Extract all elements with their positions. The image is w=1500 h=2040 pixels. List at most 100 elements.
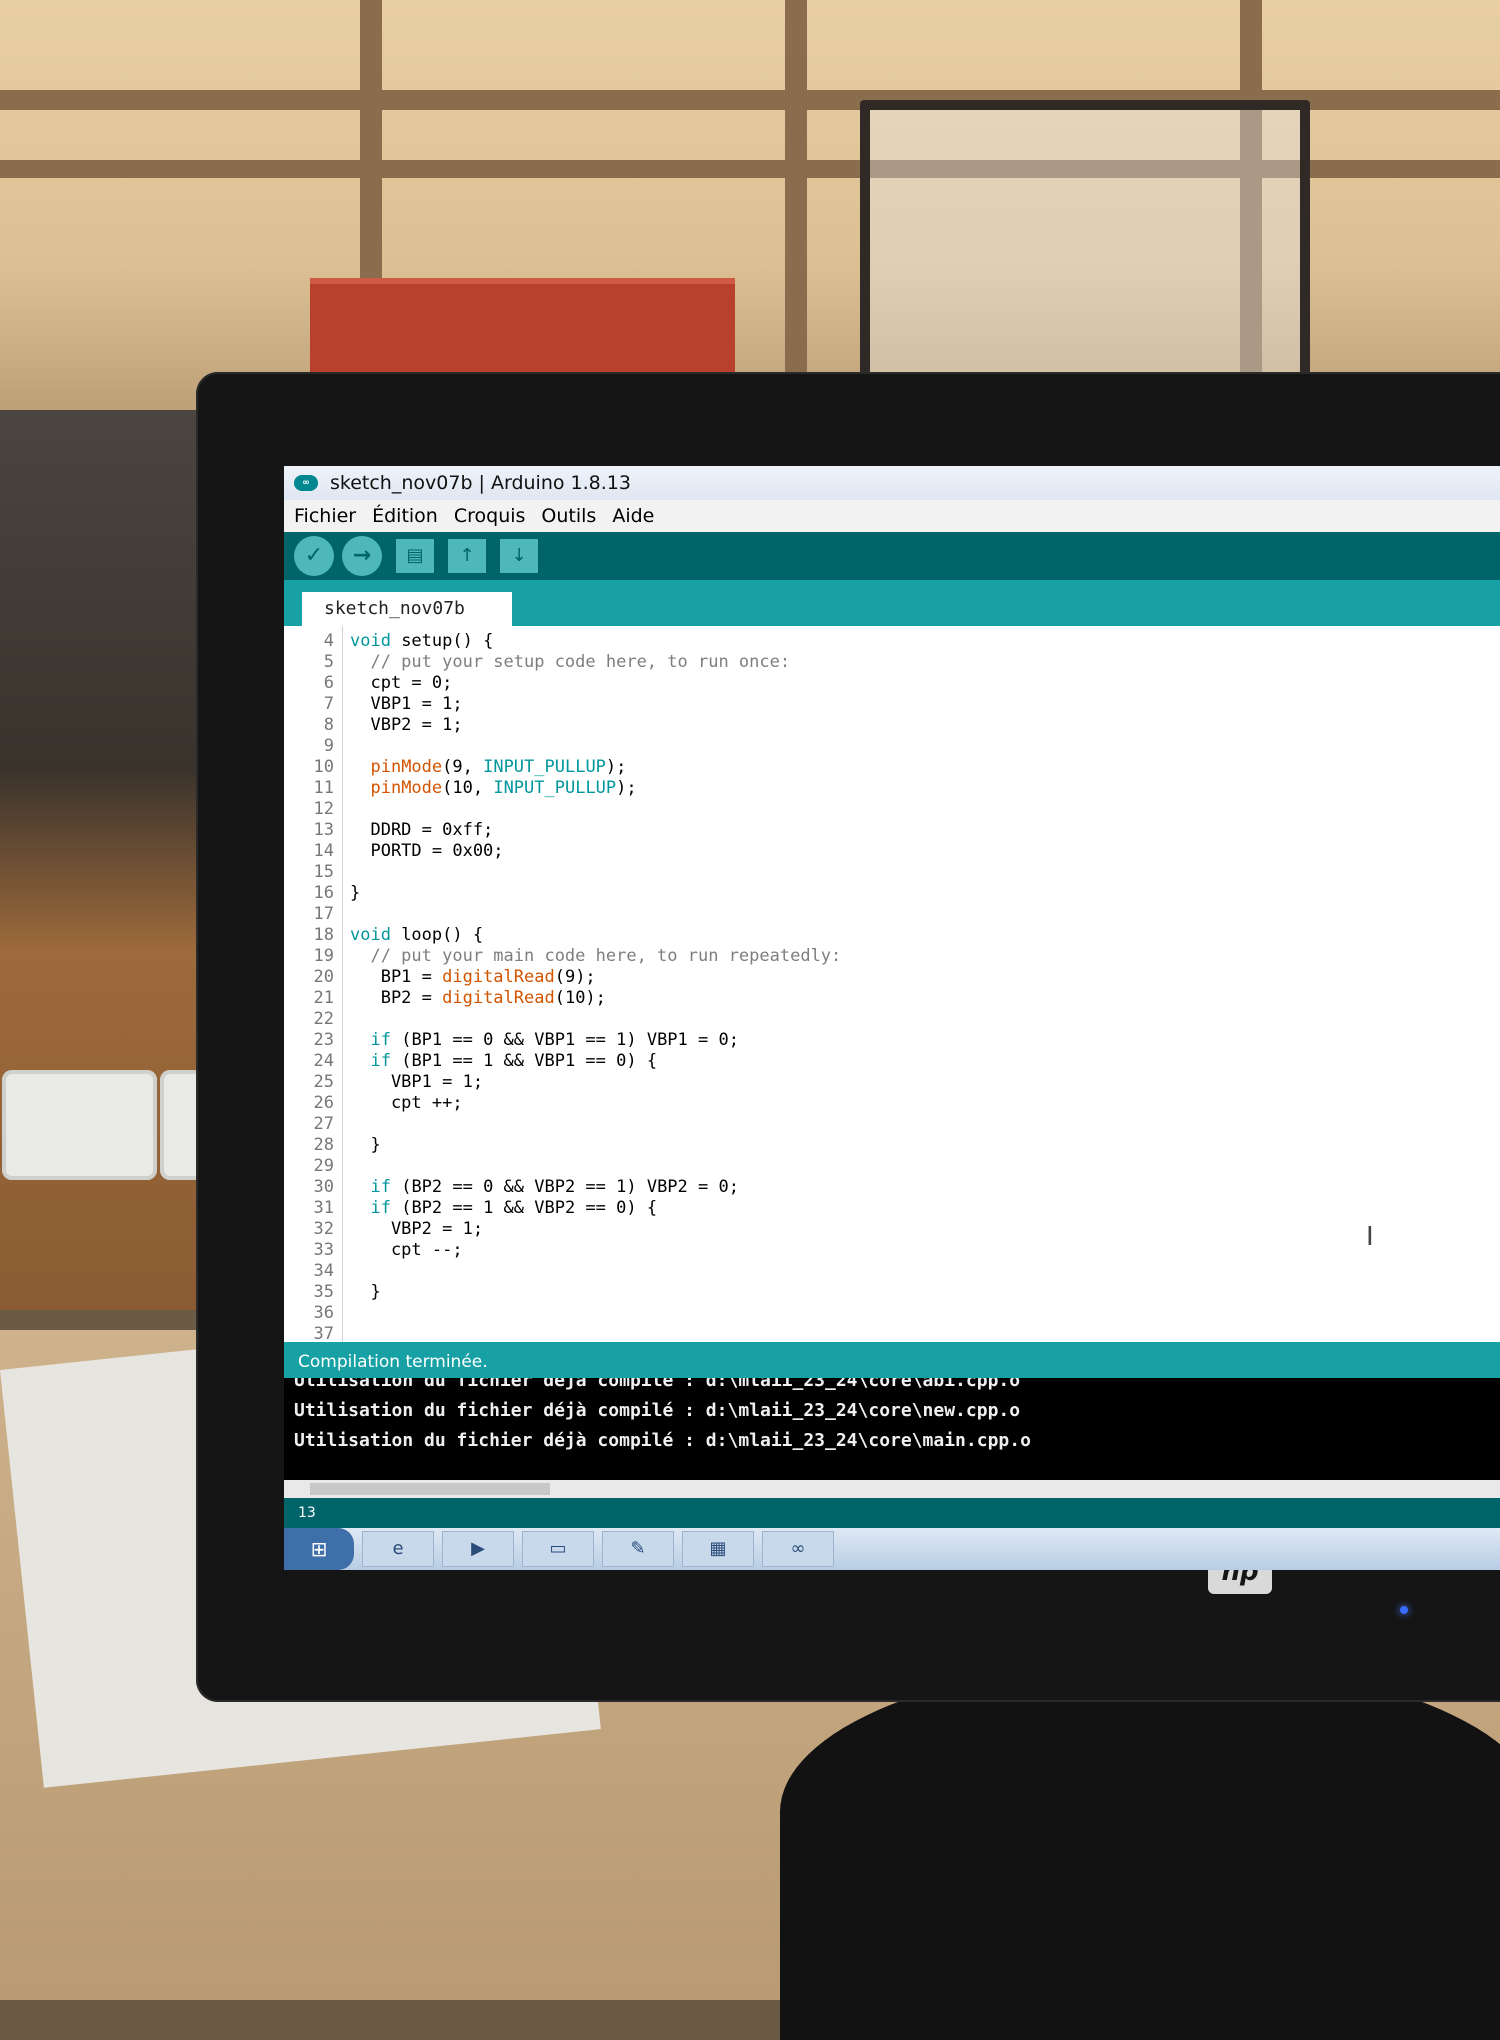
code-text: } — [350, 1135, 381, 1155]
start-orb-icon[interactable]: ⊞ — [284, 1528, 354, 1570]
line-indicator: 13 — [284, 1498, 1500, 1528]
taskbar: ⊞ e ▶ ▭ ✎ ▦ ∞ — [284, 1528, 1500, 1570]
code-text: // put your setup code here, to run once… — [350, 652, 791, 672]
scrollbar-thumb[interactable] — [310, 1483, 550, 1495]
line-number: 32 — [313, 1219, 334, 1239]
code-line: 12 — [284, 798, 1500, 820]
line-number: 15 — [313, 862, 334, 882]
code-text: void loop() { — [350, 925, 484, 945]
line-number: 13 — [313, 820, 334, 840]
verify-check-icon[interactable]: ✓ — [294, 536, 334, 576]
line-number: 10 — [313, 757, 334, 777]
code-line: 35 } — [284, 1281, 1500, 1303]
code-line: 23 if (BP1 == 0 && VBP1 == 1) VBP1 = 0; — [284, 1029, 1500, 1051]
code-text: if (BP2 == 0 && VBP2 == 1) VBP2 = 0; — [370, 1177, 739, 1197]
code-text: pinMode(10, INPUT_PULLUP); — [370, 778, 637, 798]
code-line: 16} — [284, 882, 1500, 904]
tab-row: sketch_nov07b — [284, 580, 1500, 626]
console-line: Utilisation du fichier déjà compilé : d:… — [294, 1430, 1031, 1451]
code-editor[interactable]: 4 void setup() {5 // put your setup code … — [284, 626, 1500, 1342]
line-number: 33 — [313, 1240, 334, 1260]
line-number: 6 — [323, 673, 334, 693]
folder-icon[interactable]: ▭ — [522, 1531, 594, 1567]
code-text: VBP2 = 1; — [350, 1219, 484, 1239]
code-line: 14 PORTD = 0x00; — [284, 840, 1500, 862]
code-text: if (BP1 == 1 && VBP1 == 0) { — [370, 1051, 658, 1071]
code-text: } — [350, 883, 361, 903]
line-number: 26 — [313, 1093, 334, 1113]
menu-croquis[interactable]: Croquis — [454, 505, 526, 527]
window-frame-bar — [785, 0, 807, 400]
line-number: 27 — [313, 1114, 334, 1134]
paint-icon[interactable]: ✎ — [602, 1531, 674, 1567]
line-number: 5 — [323, 652, 334, 672]
code-text: VBP2 = 1; — [350, 715, 463, 735]
line-number: 19 — [313, 946, 334, 966]
line-number: 29 — [313, 1156, 334, 1176]
line-number: 28 — [313, 1135, 334, 1155]
line-number: 4 — [323, 631, 334, 651]
status-bar: Compilation terminée. — [284, 1342, 1500, 1378]
code-text: DDRD = 0xff; — [350, 820, 494, 840]
code-text: } — [350, 1282, 381, 1302]
open-up-arrow-icon[interactable]: ↑ — [448, 539, 486, 573]
save-down-arrow-icon[interactable]: ↓ — [500, 539, 538, 573]
line-number: 25 — [313, 1072, 334, 1092]
window-title: sketch_nov07b | Arduino 1.8.13 — [330, 472, 631, 494]
code-line: 6 cpt = 0; — [284, 672, 1500, 694]
code-line: 31 if (BP2 == 1 && VBP2 == 0) { — [284, 1197, 1500, 1219]
arduino-icon[interactable]: ∞ — [762, 1531, 834, 1567]
toolbar: ✓ → ▤ ↑ ↓ — [284, 532, 1500, 580]
line-number: 17 — [313, 904, 334, 924]
line-number: 11 — [313, 778, 334, 798]
new-sketch-icon[interactable]: ▤ — [396, 539, 434, 573]
code-line: 7 VBP1 = 1; — [284, 693, 1500, 715]
menu-edition[interactable]: Édition — [372, 505, 438, 527]
power-led — [1400, 1606, 1408, 1614]
media-player-icon[interactable]: ▶ — [442, 1531, 514, 1567]
tab-sketch[interactable]: sketch_nov07b — [302, 592, 512, 626]
line-number: 31 — [313, 1198, 334, 1218]
menu-aide[interactable]: Aide — [612, 505, 654, 527]
console-output[interactable]: Utilisation du fichier déjà compilé : d:… — [284, 1378, 1500, 1480]
screen: ∞ sketch_nov07b | Arduino 1.8.13 Fichier… — [284, 466, 1500, 1570]
line-number: 16 — [313, 883, 334, 903]
code-line: 15 — [284, 861, 1500, 883]
console-scrollbar[interactable] — [284, 1480, 1500, 1498]
menu-fichier[interactable]: Fichier — [294, 505, 356, 527]
line-number: 24 — [313, 1051, 334, 1071]
line-number: 35 — [313, 1282, 334, 1302]
menu-bar: Fichier Édition Croquis Outils Aide — [284, 500, 1500, 532]
internet-explorer-icon[interactable]: e — [362, 1531, 434, 1567]
code-text: VBP1 = 1; — [350, 694, 463, 714]
code-line: 22 — [284, 1008, 1500, 1030]
code-text: cpt ++; — [350, 1093, 463, 1113]
code-text: if (BP2 == 1 && VBP2 == 0) { — [370, 1198, 658, 1218]
line-number: 36 — [313, 1303, 334, 1323]
line-number: 22 — [313, 1009, 334, 1029]
monitor-stand — [780, 1660, 1500, 2040]
code-line: 11 pinMode(10, INPUT_PULLUP); — [284, 777, 1500, 799]
code-text: BP1 = digitalRead(9); — [350, 967, 596, 987]
line-number: 21 — [313, 988, 334, 1008]
line-number: 37 — [313, 1324, 334, 1342]
arduino-infinity-icon: ∞ — [294, 475, 318, 491]
code-line: 9 — [284, 735, 1500, 757]
line-number: 30 — [313, 1177, 334, 1197]
line-number: 9 — [323, 736, 334, 756]
code-line: 20 BP1 = digitalRead(9); — [284, 966, 1500, 988]
code-line: 17 — [284, 903, 1500, 925]
line-number: 20 — [313, 967, 334, 987]
app-icon[interactable]: ▦ — [682, 1531, 754, 1567]
code-line: 5 // put your setup code here, to run on… — [284, 651, 1500, 673]
line-number: 8 — [323, 715, 334, 735]
text-cursor-icon: I — [1366, 1222, 1374, 1252]
console-line: Utilisation du fichier déjà compilé : d:… — [294, 1378, 1021, 1391]
line-number: 12 — [313, 799, 334, 819]
upload-arrow-icon[interactable]: → — [342, 536, 382, 576]
line-number: 7 — [323, 694, 334, 714]
code-line: 18 void loop() { — [284, 924, 1500, 946]
line-number: 18 — [313, 925, 334, 945]
menu-outils[interactable]: Outils — [541, 505, 596, 527]
code-line: 36 — [284, 1302, 1500, 1324]
